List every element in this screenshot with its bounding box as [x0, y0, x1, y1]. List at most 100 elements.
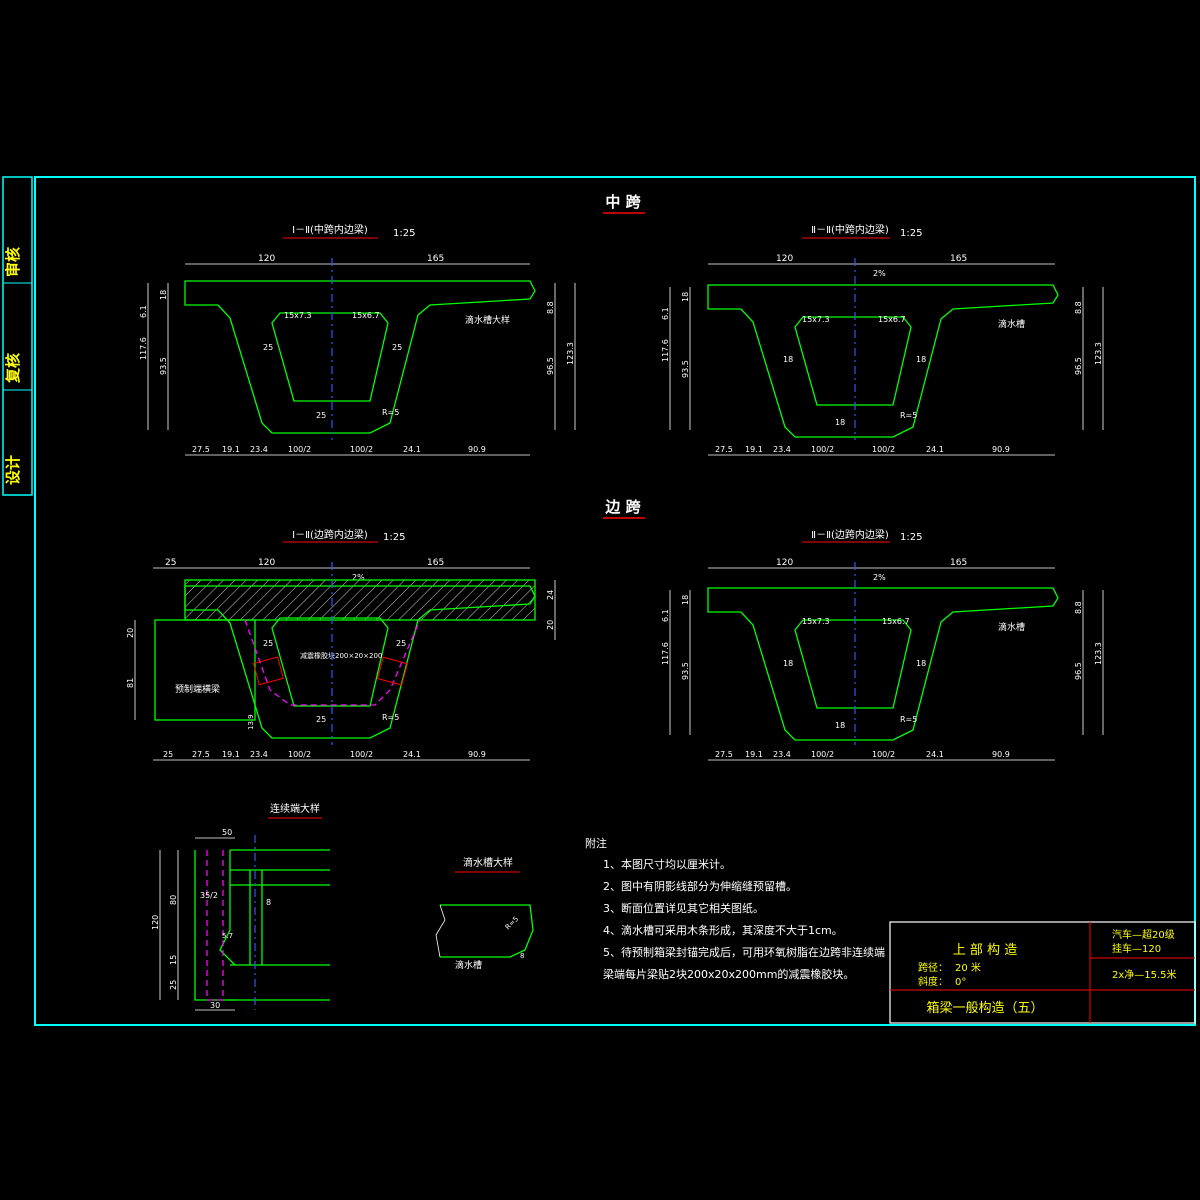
svg-text:96.5: 96.5	[546, 357, 555, 375]
svg-text:120: 120	[258, 558, 275, 568]
precast-crossbeam	[154, 619, 256, 721]
section-4-scale: 1:25	[900, 532, 922, 543]
svg-text:6.1: 6.1	[661, 307, 670, 320]
svg-text:滴水槽大样: 滴水槽大样	[465, 314, 510, 326]
note-3: 3、断面位置详见其它相关图纸。	[603, 901, 764, 915]
precast-beam-label: 预制端横梁	[175, 683, 220, 695]
svg-text:19.1: 19.1	[745, 445, 763, 454]
svg-text:90.9: 90.9	[992, 445, 1010, 454]
svg-text:15x7.3: 15x7.3	[284, 311, 312, 320]
section-1-title: Ⅰ－Ⅱ(中跨内边梁)	[292, 223, 368, 236]
svg-text:19.1: 19.1	[745, 750, 763, 759]
notes-heading: 附注	[585, 836, 607, 850]
svg-text:27.5: 27.5	[192, 445, 210, 454]
section-2: Ⅱ－Ⅱ(中跨内边梁) 1:25 120 165 2% 27.5 19.1 23.…	[661, 223, 1104, 456]
svg-text:18: 18	[916, 659, 926, 668]
svg-text:15: 15	[169, 955, 178, 965]
svg-text:50: 50	[222, 828, 232, 837]
svg-text:90.9: 90.9	[992, 750, 1010, 759]
svg-text:93.5: 93.5	[159, 357, 168, 375]
svg-text:20 米: 20 米	[955, 961, 981, 974]
svg-text:81: 81	[126, 678, 135, 688]
svg-text:15x6.7: 15x6.7	[352, 311, 380, 320]
continuous-detail-title: 连续端大样	[270, 802, 320, 815]
svg-text:25: 25	[316, 411, 326, 420]
svg-text:挂车—120: 挂车—120	[1112, 942, 1161, 955]
rubber-block-label: 减震橡胶块200×20×200	[300, 651, 382, 660]
svg-text:R=5: R=5	[900, 715, 917, 724]
section-3-scale: 1:25	[383, 532, 405, 543]
side-label-review: 审核	[4, 247, 22, 277]
svg-text:8: 8	[520, 952, 524, 960]
svg-text:100/2: 100/2	[811, 750, 834, 759]
svg-text:27.5: 27.5	[715, 445, 733, 454]
svg-text:35/2: 35/2	[200, 891, 218, 900]
notes: 附注 1、本图尺寸均以厘米计。 2、图中有阴影线部分为伸缩缝预留槽。 3、断面位…	[585, 836, 885, 981]
svg-text:165: 165	[950, 254, 967, 264]
svg-text:100/2: 100/2	[872, 445, 895, 454]
svg-text:18: 18	[916, 355, 926, 364]
svg-text:2%: 2%	[873, 269, 886, 278]
svg-text:23.4: 23.4	[250, 750, 268, 759]
title-block: 上 部 构 造 跨径： 20 米 斜度： 0° 汽车—超20级 挂车—120 2…	[889, 921, 1196, 1024]
svg-text:96.5: 96.5	[1074, 662, 1083, 680]
svg-text:96.5: 96.5	[1074, 357, 1083, 375]
svg-text:27.5: 27.5	[192, 750, 210, 759]
svg-text:5.7: 5.7	[222, 932, 233, 940]
svg-text:120: 120	[776, 254, 793, 264]
svg-text:25: 25	[263, 639, 273, 648]
drip-detail-title: 滴水槽大样	[463, 856, 513, 869]
section-1-scale: 1:25	[393, 228, 415, 239]
svg-text:滴水槽: 滴水槽	[998, 621, 1025, 633]
side-label-check: 复核	[4, 353, 22, 384]
svg-text:18: 18	[835, 721, 845, 730]
svg-text:15x7.3: 15x7.3	[802, 315, 830, 324]
svg-text:100/2: 100/2	[288, 445, 311, 454]
svg-text:23.4: 23.4	[250, 445, 268, 454]
svg-text:18: 18	[783, 659, 793, 668]
svg-text:8.8: 8.8	[1074, 601, 1083, 614]
svg-text:100/2: 100/2	[350, 445, 373, 454]
svg-text:6.1: 6.1	[661, 609, 670, 622]
note-5: 5、待预制箱梁封锚完成后，可用环氧树脂在边跨非连续端	[603, 945, 885, 959]
svg-text:24.1: 24.1	[403, 750, 421, 759]
svg-text:93.5: 93.5	[681, 360, 690, 378]
svg-text:165: 165	[427, 558, 444, 568]
svg-text:19.1: 19.1	[222, 445, 240, 454]
drip-groove-detail: 滴水槽大样 R=5 滴水槽 8	[435, 856, 534, 971]
svg-text:117.6: 117.6	[661, 642, 670, 665]
svg-text:100/2: 100/2	[811, 445, 834, 454]
svg-text:18: 18	[681, 595, 690, 605]
svg-text:R=5: R=5	[382, 713, 399, 722]
svg-text:93.5: 93.5	[681, 662, 690, 680]
svg-text:15x6.7: 15x6.7	[878, 315, 906, 324]
side-span-title: 边 跨	[604, 498, 641, 516]
svg-text:R=5: R=5	[504, 915, 520, 931]
svg-text:汽车—超20级: 汽车—超20级	[1112, 928, 1175, 941]
svg-text:8.8: 8.8	[1074, 301, 1083, 314]
svg-text:R=5: R=5	[900, 411, 917, 420]
svg-text:100/2: 100/2	[350, 750, 373, 759]
drawing-name: 箱梁一般构造（五）	[926, 1000, 1043, 1016]
mid-span-title: 中 跨	[605, 193, 641, 211]
project-name: 上 部 构 造	[953, 943, 1017, 958]
svg-text:120: 120	[776, 558, 793, 568]
svg-text:25: 25	[165, 558, 176, 568]
svg-text:80: 80	[169, 895, 178, 905]
svg-text:123.3: 123.3	[566, 342, 575, 365]
svg-text:18: 18	[681, 292, 690, 302]
svg-text:20: 20	[126, 628, 135, 638]
note-1: 1、本图尺寸均以厘米计。	[603, 857, 731, 871]
drawing-sheet: 审核 复核 设计 中 跨 边 跨 Ⅰ－Ⅱ(中跨内边梁) 1:25 120 165…	[2, 176, 1196, 1026]
svg-text:25: 25	[169, 980, 178, 990]
svg-text:27.5: 27.5	[715, 750, 733, 759]
svg-text:13.9: 13.9	[247, 714, 255, 730]
svg-text:18: 18	[159, 290, 168, 300]
section-4-title: Ⅱ－Ⅱ(边跨内边梁)	[811, 528, 889, 541]
svg-text:100/2: 100/2	[872, 750, 895, 759]
svg-text:滴水槽: 滴水槽	[998, 318, 1025, 330]
svg-text:8: 8	[266, 898, 271, 907]
svg-text:跨径：: 跨径：	[918, 961, 948, 974]
svg-text:斜度：: 斜度：	[918, 975, 948, 988]
section-2-scale: 1:25	[900, 228, 922, 239]
